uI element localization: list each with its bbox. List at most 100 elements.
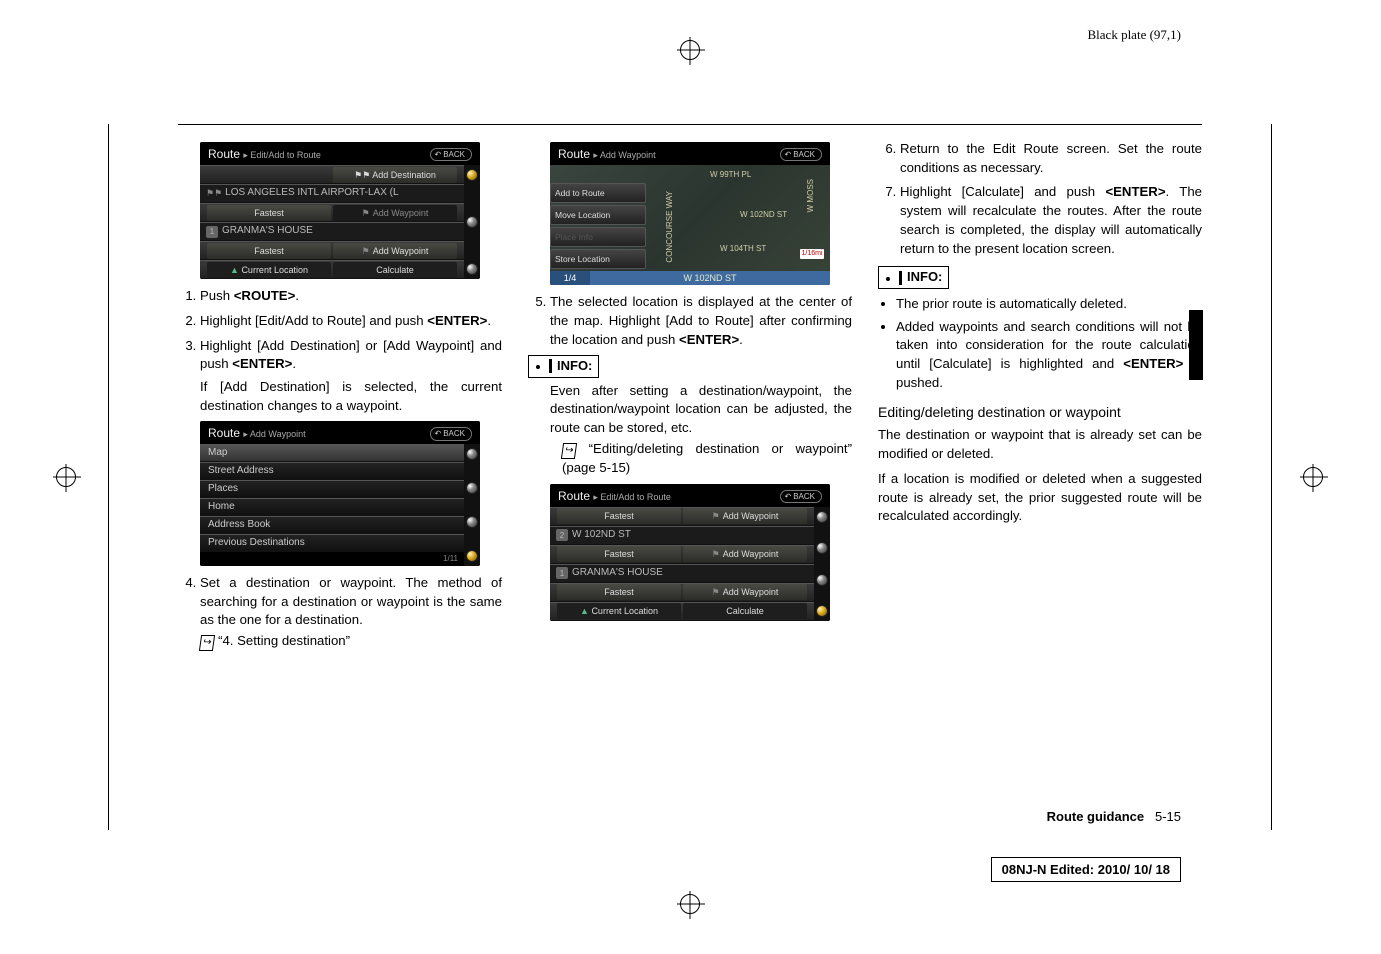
ss3-panel-add-to-route: Add to Route [550, 183, 646, 203]
ss2-pager: 1/11 [200, 552, 464, 565]
thumb-tab [1189, 310, 1203, 380]
crop-rule-left [108, 124, 109, 830]
crop-rule-top [178, 124, 1202, 125]
ss3-street-concourse: CONCOURSE WAY [664, 191, 675, 263]
para-2: If a location is modified or deleted whe… [878, 470, 1202, 526]
ss3-panel-place-info: Place Info [550, 227, 646, 247]
ss1-calculate: Calculate [333, 262, 457, 278]
ss3-bottom-street: W 102ND ST [590, 271, 830, 285]
page-content: Route ▸ Edit/Add to Route ↶BACK ⚑⚑ Add D… [178, 140, 1202, 830]
steps-1-3: Push <ROUTE>. Highlight [Edit/Add to Rou… [178, 287, 502, 415]
screenshot-edit-add-route: Route ▸ Edit/Add to Route ↶BACK ⚑⚑ Add D… [200, 142, 480, 279]
scroll-down-icon [466, 516, 478, 528]
ss1-bottom-row: ▲ Current Location Calculate [200, 260, 464, 279]
ss2-back-button: ↶BACK [430, 427, 473, 440]
ss3-street-99: W 99TH PL [710, 169, 751, 180]
ss1-bc-main: Route [208, 147, 240, 161]
registration-mark-top [680, 40, 700, 60]
ss4-current-location: ▲ Current Location [557, 603, 681, 619]
ss1-airport-row: ⚑⚑LOS ANGELES INTL AIRPORT-LAX (L [200, 184, 464, 203]
ss4-breadcrumb: Route ▸ Edit/Add to Route [558, 488, 671, 505]
ss4-granma-row: 1GRANMA'S HOUSE [550, 564, 814, 583]
ss1-current-location: ▲ Current Location [207, 262, 331, 278]
ss4-row-3: Fastest ⚑Add Waypoint [550, 583, 814, 602]
ss3-back-button: ↶BACK [780, 148, 823, 161]
ss1-addwp-2: ⚑Add Waypoint [333, 243, 457, 259]
subheading-edit-delete: Editing/deleting destination or waypoint [878, 403, 1202, 423]
ss2-item-prevdest: Previous Destinations [200, 534, 464, 552]
ss2-item-places: Places [200, 480, 464, 498]
ss4-fastest-3: Fastest [557, 584, 681, 600]
ss4-row-1: Fastest ⚑Add Waypoint [550, 507, 814, 526]
ss1-breadcrumb: Route ▸ Edit/Add to Route [208, 146, 321, 163]
ss1-fastest-2: Fastest [207, 243, 331, 259]
ss1-back-button: ↶BACK [430, 148, 473, 161]
ss2-breadcrumb: Route ▸ Add Waypoint [208, 425, 306, 442]
ss3-map-area: Add to Route Move Location Place Info St… [550, 165, 830, 285]
scroll-mid-icon [816, 542, 828, 554]
ss4-row-2: Fastest ⚑Add Waypoint [550, 545, 814, 564]
info-bullet-2: Added waypoints and search conditions wi… [896, 318, 1202, 393]
plate-label: Black plate (97,1) [1088, 27, 1182, 43]
ss3-street-moss: W MOSS [805, 179, 816, 212]
edit-stamp: 08NJ-N Edited: 2010/ 10/ 18 [991, 857, 1181, 882]
info-bullets: The prior route is automatically deleted… [878, 295, 1202, 393]
screenshot-map-add-waypoint: Route ▸ Add Waypoint ↶BACK Add to Route … [550, 142, 830, 285]
ss3-panel-move-location: Move Location [550, 205, 646, 225]
column-3: Return to the Edit Route screen. Set the… [878, 140, 1202, 830]
info-bullet-1: The prior route is automatically deleted… [896, 295, 1202, 314]
ss4-scroll-sidebar [814, 507, 830, 621]
ss4-wp-num-1: 1 [556, 567, 568, 579]
info-heading-1: INFO: [528, 355, 852, 377]
ss1-bc-sub: ▸ Edit/Add to Route [243, 150, 321, 160]
ss1-granma-row: 1GRANMA'S HOUSE [200, 222, 464, 241]
ss1-fastest-1: Fastest [207, 205, 331, 221]
screenshot-add-waypoint-list: Route ▸ Add Waypoint ↶BACK Map Street Ad… [200, 421, 480, 565]
info-text-1: Even after setting a destination/waypoin… [528, 382, 852, 438]
crop-rule-right [1271, 124, 1272, 830]
scroll-bottom-icon [466, 550, 478, 562]
step-3-note: If [Add Destination] is selected, the cu… [200, 378, 502, 415]
ss4-fastest-1: Fastest [557, 508, 681, 524]
step-6: Return to the Edit Route screen. Set the… [900, 140, 1202, 177]
info-icon [881, 271, 895, 285]
ss4-addwp-3: ⚑Add Waypoint [683, 584, 807, 600]
ss1-addwp-1: ⚑Add Waypoint [333, 205, 457, 221]
column-1: Route ▸ Edit/Add to Route ↶BACK ⚑⚑ Add D… [178, 140, 502, 830]
ss2-scroll-sidebar [464, 444, 480, 565]
ss4-fastest-2: Fastest [557, 546, 681, 562]
ss3-breadcrumb: Route ▸ Add Waypoint [558, 146, 656, 163]
ss2-item-addressbook: Address Book [200, 516, 464, 534]
step-7: Highlight [Calculate] and push <ENTER>. … [900, 183, 1202, 258]
column-2: Route ▸ Add Waypoint ↶BACK Add to Route … [528, 140, 852, 830]
ss1-row-fastest-2: Fastest ⚑Add Waypoint [200, 241, 464, 260]
para-1: The destination or waypoint that is alre… [878, 426, 1202, 463]
ss4-calculate: Calculate [683, 603, 807, 619]
ss3-scale-indicator: 1/16mi [800, 249, 824, 259]
registration-mark-right [1303, 467, 1323, 487]
steps-4: Set a destination or waypoint. The metho… [178, 574, 502, 651]
page-number: 5-15 [1155, 809, 1181, 824]
scroll-mid-icon [466, 482, 478, 494]
reference-icon: ↪ [199, 635, 216, 651]
info-ref-1: ↪ “Editing/deleting destination or waypo… [528, 440, 852, 478]
steps-5: The selected location is displayed at th… [528, 293, 852, 349]
ss2-item-street: Street Address [200, 462, 464, 480]
ss3-street-102: W 102ND ST [740, 209, 787, 220]
ss4-102nd-row: 2W 102ND ST [550, 526, 814, 545]
info-heading-2: INFO: [878, 266, 1202, 288]
step-3: Highlight [Add Destination] or [Add Wayp… [200, 337, 502, 416]
ss4-addwp-1: ⚑Add Waypoint [683, 508, 807, 524]
ss1-scroll-sidebar [464, 165, 480, 279]
registration-mark-left [56, 467, 76, 487]
scroll-up-icon [816, 511, 828, 523]
scroll-up-icon [466, 216, 478, 228]
ss3-street-104: W 104TH ST [720, 243, 766, 254]
ss1-wp-num-1: 1 [206, 226, 218, 238]
ss3-bottom-bar: 1/4 W 102ND ST [550, 271, 830, 285]
step-4-ref: ↪ “4. Setting destination” [200, 632, 502, 651]
reference-icon: ↪ [561, 443, 578, 459]
ss1-add-dest-row: ⚑⚑ Add Destination [200, 165, 464, 184]
step-1: Push <ROUTE>. [200, 287, 502, 306]
ss4-bottom-row: ▲ Current Location Calculate [550, 602, 814, 621]
